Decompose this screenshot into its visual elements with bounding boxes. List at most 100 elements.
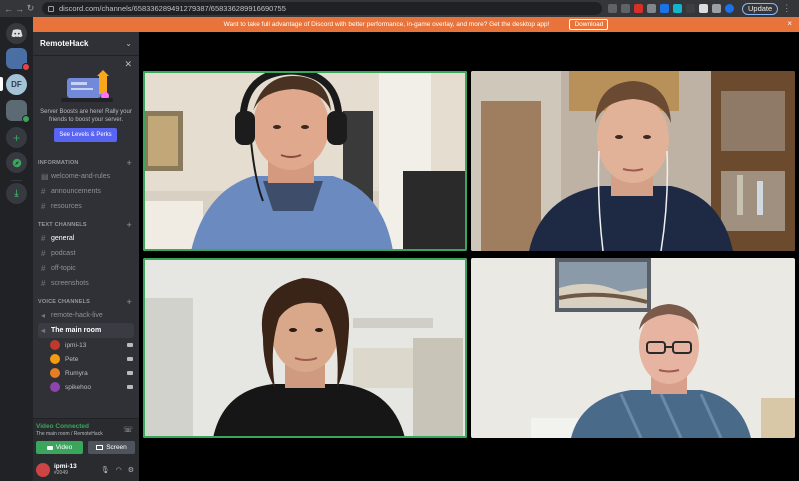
channel-off-topic[interactable]: # off-topic — [38, 261, 134, 276]
close-icon[interactable]: × — [787, 19, 792, 28]
download-apps-icon[interactable]: ⤓ — [6, 183, 27, 204]
server-header[interactable]: RemoteHack ⌄ — [33, 32, 139, 56]
channel-sidebar: RemoteHack ⌄ ✕ Server Boosts are here! R… — [33, 32, 139, 481]
extension-icons — [608, 4, 734, 13]
hash-icon: # — [41, 264, 46, 273]
channel-welcome-and-rules[interactable]: ▤ welcome-and-rules — [38, 169, 134, 184]
channel-label: general — [51, 235, 75, 242]
browser-toolbar: ← → ↻ discord.com/channels/6583362894912… — [0, 0, 799, 17]
voice-user[interactable]: spikehoo — [50, 380, 133, 394]
video-tile[interactable] — [143, 258, 467, 438]
avatar — [50, 382, 60, 392]
hash-icon: # — [41, 279, 46, 288]
chevron-down-icon: ⌄ — [125, 39, 132, 48]
category-information[interactable]: INFORMATION + — [33, 156, 139, 169]
extension-white-icon[interactable] — [699, 4, 708, 13]
more-menu-icon[interactable]: ⋮ — [782, 3, 791, 14]
screen-icon — [96, 445, 104, 450]
participant-video — [143, 71, 467, 251]
voice-user[interactable]: ipmi-13 — [50, 338, 133, 352]
notification-badge — [22, 63, 30, 71]
voice-active-badge — [22, 115, 30, 123]
add-channel-icon[interactable]: + — [127, 158, 132, 168]
star-icon[interactable] — [621, 4, 630, 13]
explore-servers-icon[interactable] — [6, 152, 27, 173]
channel-label: screenshots — [51, 280, 89, 287]
video-label: Video — [55, 444, 73, 451]
channel-announcements[interactable]: # announcements — [38, 184, 134, 199]
voice-channel-location[interactable]: The main room / RemoteHack — [36, 431, 103, 437]
microphone-icon[interactable]: 🎙︎ — [101, 466, 110, 474]
see-levels-button[interactable]: See Levels & Perks — [54, 128, 117, 142]
extension-gray-icon[interactable] — [647, 4, 656, 13]
extension-red-icon[interactable] — [634, 4, 643, 13]
video-tile[interactable] — [143, 71, 467, 251]
channel-remote-hack-live[interactable]: ◂ remote-hack-live — [38, 308, 134, 323]
voice-status[interactable]: Video Connected — [36, 423, 89, 430]
add-server-icon[interactable]: + — [6, 127, 27, 148]
username: ipmi-13 — [54, 462, 77, 470]
video-button[interactable]: Video — [36, 441, 83, 454]
back-icon[interactable]: ← — [3, 4, 14, 14]
extension-dark-icon[interactable] — [686, 4, 695, 13]
share-icon[interactable] — [608, 4, 617, 13]
puzzle-icon[interactable] — [712, 4, 721, 13]
camera-icon — [127, 343, 133, 347]
gear-icon[interactable]: ⚙ — [128, 466, 134, 474]
participant-video — [471, 71, 795, 251]
extension-blue-icon[interactable] — [660, 4, 669, 13]
reload-icon[interactable]: ↻ — [25, 3, 36, 14]
video-tile[interactable] — [471, 71, 795, 251]
server-icon-df[interactable]: DF — [6, 74, 27, 95]
rules-icon: ▤ — [41, 172, 49, 181]
boost-promo: ✕ Server Boosts are here! Rally your fri… — [33, 56, 139, 156]
disconnect-icon[interactable]: ☏ — [123, 425, 133, 434]
user-controls: 🎙︎ ◠ ⚙ — [101, 466, 134, 474]
channel-label: resources — [51, 203, 82, 210]
profile-avatar-icon[interactable] — [725, 4, 734, 13]
channel-resources[interactable]: # resources — [38, 199, 134, 214]
category-label: VOICE CHANNELS — [38, 298, 90, 305]
user-identity[interactable]: ipmi-13 #2049 — [54, 463, 77, 477]
camera-icon — [46, 445, 53, 450]
camera-icon — [127, 371, 133, 375]
channel-label: welcome-and-rules — [51, 173, 111, 180]
server-icon-remotehack[interactable] — [6, 100, 30, 123]
category-text-channels[interactable]: TEXT CHANNELS + — [33, 218, 139, 231]
discord-home-icon[interactable] — [6, 23, 27, 44]
update-button[interactable]: Update — [742, 2, 779, 15]
hash-icon: # — [41, 234, 46, 243]
avatar — [50, 354, 60, 364]
hash-icon: # — [41, 202, 46, 211]
add-channel-icon[interactable]: + — [127, 220, 132, 230]
selected-server-pill — [0, 77, 3, 91]
avatar[interactable] — [36, 462, 50, 477]
server-rail: DF + ⤓ — [0, 17, 33, 481]
camera-icon — [127, 385, 133, 389]
category-voice-channels[interactable]: VOICE CHANNELS + — [33, 295, 139, 308]
channel-label: podcast — [51, 250, 76, 257]
close-icon[interactable]: ✕ — [124, 59, 132, 70]
forward-icon[interactable]: → — [14, 4, 25, 14]
video-tile[interactable] — [471, 258, 795, 438]
channel-the-main-room[interactable]: ◂ The main room — [38, 323, 134, 338]
voice-user[interactable]: Rumyra — [50, 366, 133, 380]
screen-share-button[interactable]: Screen — [88, 441, 135, 454]
voice-connection-panel: Video Connected The main room / RemoteHa… — [33, 418, 139, 458]
avatar — [50, 368, 60, 378]
rail-separator — [11, 180, 22, 181]
channel-general[interactable]: # general — [38, 231, 134, 246]
channel-label: The main room — [51, 327, 102, 334]
channel-label: off-topic — [51, 265, 76, 272]
url-text: discord.com/channels/658336289491279387/… — [59, 4, 286, 13]
address-bar[interactable]: discord.com/channels/658336289491279387/… — [42, 2, 602, 15]
download-button[interactable]: Download — [569, 19, 609, 30]
server-icon-dm[interactable] — [6, 48, 30, 71]
speaker-icon: ◂ — [41, 326, 46, 335]
voice-user[interactable]: Pete — [50, 352, 133, 366]
channel-podcast[interactable]: # podcast — [38, 246, 134, 261]
extension-teal-icon[interactable] — [673, 4, 682, 13]
channel-screenshots[interactable]: # screenshots — [38, 276, 134, 291]
add-channel-icon[interactable]: + — [127, 297, 132, 307]
headphones-icon[interactable]: ◠ — [116, 466, 122, 474]
